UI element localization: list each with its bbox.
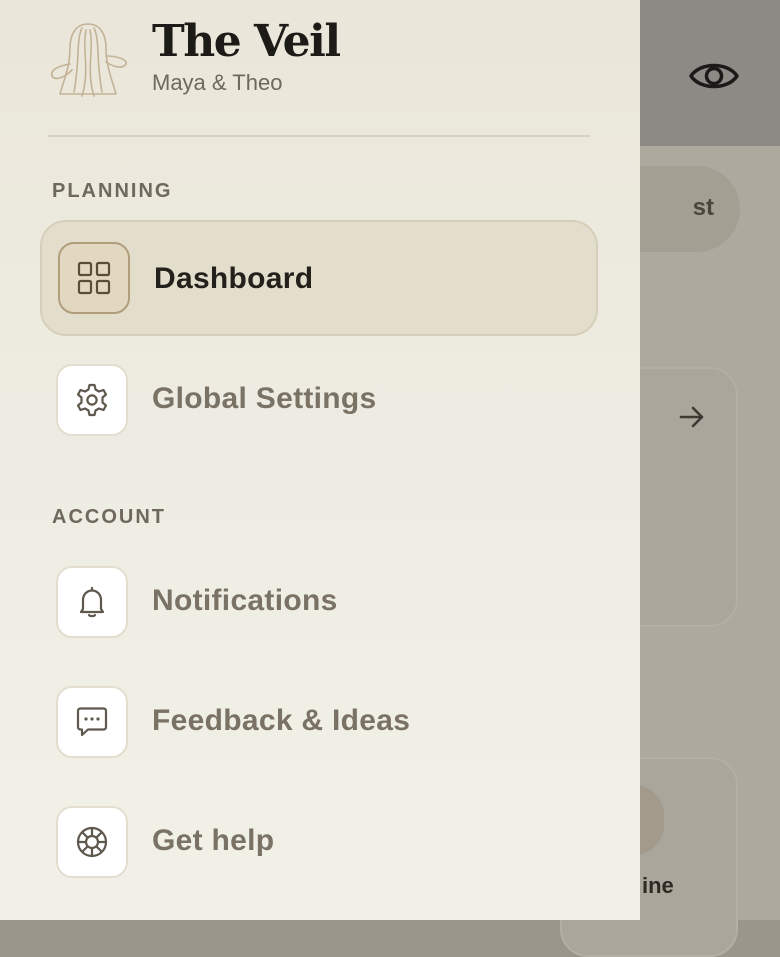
eye-icon[interactable] xyxy=(688,56,740,96)
nav-item-dashboard[interactable]: Dashboard xyxy=(40,220,598,336)
nav-label-dashboard: Dashboard xyxy=(154,262,314,295)
nav-label-feedback: Feedback & Ideas xyxy=(152,704,411,737)
section-label-account: ACCOUNT xyxy=(52,506,166,528)
arrow-right-icon xyxy=(679,406,704,428)
nav-label-notifications: Notifications xyxy=(152,584,338,617)
header-divider xyxy=(48,135,590,137)
chat-bubble-icon xyxy=(56,686,128,758)
veil-logo-icon xyxy=(50,23,127,97)
nav-item-get-help[interactable]: Get help xyxy=(40,784,598,900)
nav-label-get-help: Get help xyxy=(152,824,275,857)
section-label-planning: PLANNING xyxy=(52,180,173,202)
dashboard-grid-icon xyxy=(58,242,130,314)
navigation-drawer: The Veil Maya & Theo PLANNING Dashboard … xyxy=(0,0,640,920)
nav-item-feedback[interactable]: Feedback & Ideas xyxy=(40,664,598,780)
nav-item-notifications[interactable]: Notifications xyxy=(40,544,598,660)
nav-item-global-settings[interactable]: Global Settings xyxy=(40,342,598,458)
nav-label-global-settings: Global Settings xyxy=(152,382,377,415)
lifebuoy-icon xyxy=(56,806,128,878)
background-card-2-text: ine xyxy=(642,873,674,898)
gear-icon xyxy=(56,364,128,436)
brand-subtitle: Maya & Theo xyxy=(152,70,283,95)
brand-title: The Veil xyxy=(152,16,341,67)
background-pill-label: st xyxy=(692,194,714,221)
bell-icon xyxy=(56,566,128,638)
